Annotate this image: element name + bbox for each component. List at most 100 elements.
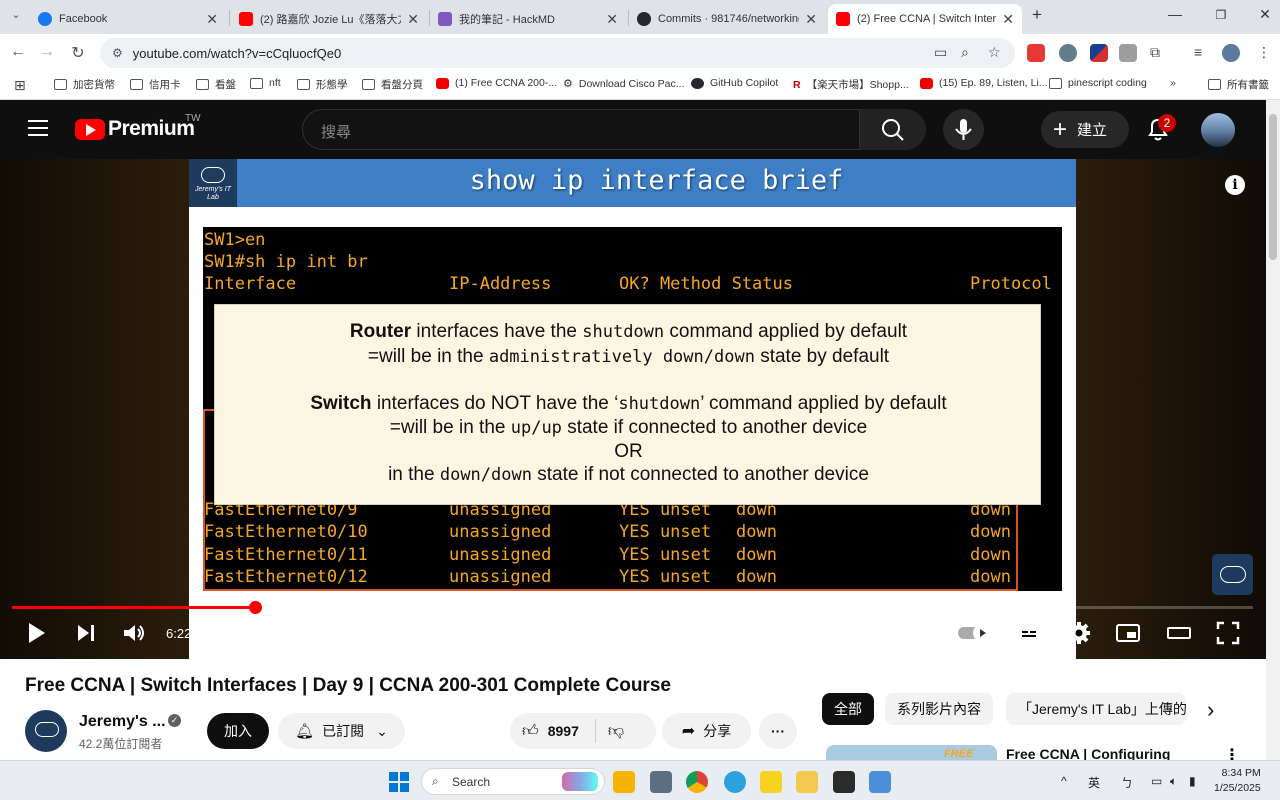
more-actions-icon[interactable]: ··· [759,713,797,749]
subscribed-button[interactable]: 🔔︎ 已訂閱 ⌄ [278,713,405,749]
apps-grid-icon[interactable]: ⊞ [14,77,26,94]
chevron-up-icon[interactable]: ^ [1061,774,1067,788]
close-icon[interactable]: ✕ [206,11,218,28]
fullscreen-icon[interactable] [1216,621,1240,645]
speaker-icon[interactable]: 🔈︎ [1170,774,1177,789]
forward-icon[interactable]: → [37,43,57,61]
voice-search-button[interactable] [943,109,984,150]
chrome-icon[interactable] [686,771,708,793]
telegram-icon[interactable] [724,771,746,793]
bookmark-folder[interactable]: nft [250,77,281,89]
tab-jozie[interactable]: (2) 路嘉欣 Jozie Lu《落落大方 P ✕ [231,4,427,34]
bookmark-folder[interactable]: 形態學 [297,77,348,92]
back-icon[interactable]: ← [8,43,28,61]
extension-icon[interactable] [1119,44,1137,62]
tab-ccna-active[interactable]: (2) Free CCNA | Switch Interface ✕ [828,4,1022,34]
bookmark-link[interactable]: GitHub Copilot [691,77,778,89]
subtitles-icon[interactable] [1016,621,1042,645]
channel-name[interactable]: Jeremy's ... [79,713,166,731]
folder-icon[interactable] [796,771,818,793]
notepad-icon[interactable] [869,771,891,793]
autoplay-toggle[interactable] [957,621,993,645]
volume-icon[interactable] [122,621,148,645]
bookmark-link[interactable]: R 【楽天市場】Shopp... [793,77,909,92]
search-button[interactable] [860,109,926,150]
input-method-indicator[interactable]: 英 [1088,774,1100,791]
page-scrollbar[interactable] [1266,100,1280,760]
settings-gear-icon[interactable] [1067,621,1091,645]
theater-mode-icon[interactable] [1166,621,1192,645]
tab-hackmd[interactable]: 我的筆記 - HackMD ✕ [430,4,626,34]
create-button[interactable]: + 建立 [1041,111,1129,148]
bookmark-folder[interactable]: 加密貨幣 [54,77,115,92]
close-window-button[interactable]: ✕ [1250,6,1280,23]
premium-wordmark[interactable]: Premium [108,117,195,141]
play-icon[interactable] [26,621,48,645]
close-icon[interactable]: ✕ [606,11,618,28]
site-info-icon[interactable]: ⚙ [112,46,123,60]
new-extension-icon[interactable] [1027,44,1045,62]
minimize-button[interactable]: — [1160,6,1190,22]
share-button[interactable]: ➦ 分享 [662,713,751,749]
address-bar[interactable]: ⚙ youtube.com/watch?v=cCqluocfQe0 [100,38,1015,68]
tab-facebook[interactable]: Facebook ✕ [30,4,226,34]
maximize-button[interactable]: ❐ [1206,8,1236,22]
file-explorer-icon[interactable] [613,771,635,793]
puzzle-icon[interactable]: ⧉ [1150,44,1160,61]
cast-icon[interactable]: ▭ [934,44,947,61]
join-button[interactable]: 加入 [207,713,269,749]
chapter-button[interactable]: • Router vs Switch interfaces › [255,626,429,641]
extension-icon[interactable] [1059,44,1077,62]
extension-flag-icon[interactable] [1090,44,1108,62]
bookmark-folder[interactable]: 看盤 [196,77,236,92]
bookmark-star-icon[interactable]: ☆ [988,44,1001,61]
taskbar-search[interactable]: ⌕ Search [421,768,605,795]
more-menu-icon[interactable]: ⋮ [1257,44,1271,61]
like-thumb-icon[interactable]: 👍︎ [522,722,539,741]
windows-start-icon[interactable] [388,771,410,793]
terminal-icon[interactable] [833,771,855,793]
search-input[interactable]: 搜尋 [302,109,860,150]
channel-watermark-icon[interactable] [1212,554,1253,595]
chip-uploads[interactable]: 「Jeremy's IT Lab」上傳的 [1006,693,1186,725]
chip-series[interactable]: 系列影片內容 [885,693,993,725]
account-avatar[interactable] [1201,113,1235,147]
next-video-icon[interactable] [76,621,98,645]
more-bookmarks-icon[interactable]: » [1170,77,1176,89]
bookmark-link[interactable]: (1) Free CCNA 200-... [436,77,557,89]
reload-icon[interactable]: ↻ [68,43,88,63]
media-control-icon[interactable]: ≡ [1194,44,1202,60]
bookmark-link[interactable]: ⚙ Download Cisco Pac... [563,77,685,91]
hamburger-menu-icon[interactable] [28,120,48,136]
youtube-logo-icon[interactable] [75,119,105,140]
channel-avatar[interactable] [25,710,67,752]
miniplayer-icon[interactable] [1115,621,1141,645]
network-icon[interactable]: ▭ [1151,774,1162,788]
tab-search-icon[interactable]: ⌄ [6,8,26,21]
bookmark-folder[interactable]: 信用卡 [130,77,181,92]
dislike-thumb-icon[interactable]: 👎︎ [608,722,624,741]
close-icon[interactable]: ✕ [1002,11,1014,28]
scrollbar-thumb[interactable] [1269,114,1277,260]
profile-avatar[interactable] [1222,44,1240,62]
like-count[interactable]: 8997 [548,723,579,739]
chip-all[interactable]: 全部 [822,693,874,725]
bookmark-folder[interactable]: 看盤分頁 [362,77,423,92]
zoom-icon[interactable]: ⌕ [961,44,969,61]
new-tab-button[interactable]: + [1022,5,1052,25]
app-icon[interactable] [650,771,672,793]
battery-icon[interactable]: ▮ [1189,774,1196,788]
all-bookmarks-folder[interactable]: 所有書籤 [1208,77,1269,92]
bookmark-folder[interactable]: pinescript coding [1049,77,1147,89]
video-player[interactable]: Jeremy's IT Lab show ip interface brief … [0,159,1266,659]
close-icon[interactable]: ✕ [805,11,817,28]
app-icon[interactable] [760,771,782,793]
info-icon[interactable]: i [1225,175,1245,195]
bookmark-link[interactable]: (15) Ep. 89, Listen, Li... [920,77,1048,89]
system-clock[interactable]: 8:34 PM 1/25/2025 [1214,766,1261,796]
chevron-right-icon[interactable]: › [1207,697,1214,723]
tab-github[interactable]: Commits · 981746/networking- ✕ [629,4,825,34]
close-icon[interactable]: ✕ [407,11,419,28]
progress-bar[interactable] [12,601,1253,614]
ime-mode-icon[interactable]: ㄅ [1121,774,1133,791]
